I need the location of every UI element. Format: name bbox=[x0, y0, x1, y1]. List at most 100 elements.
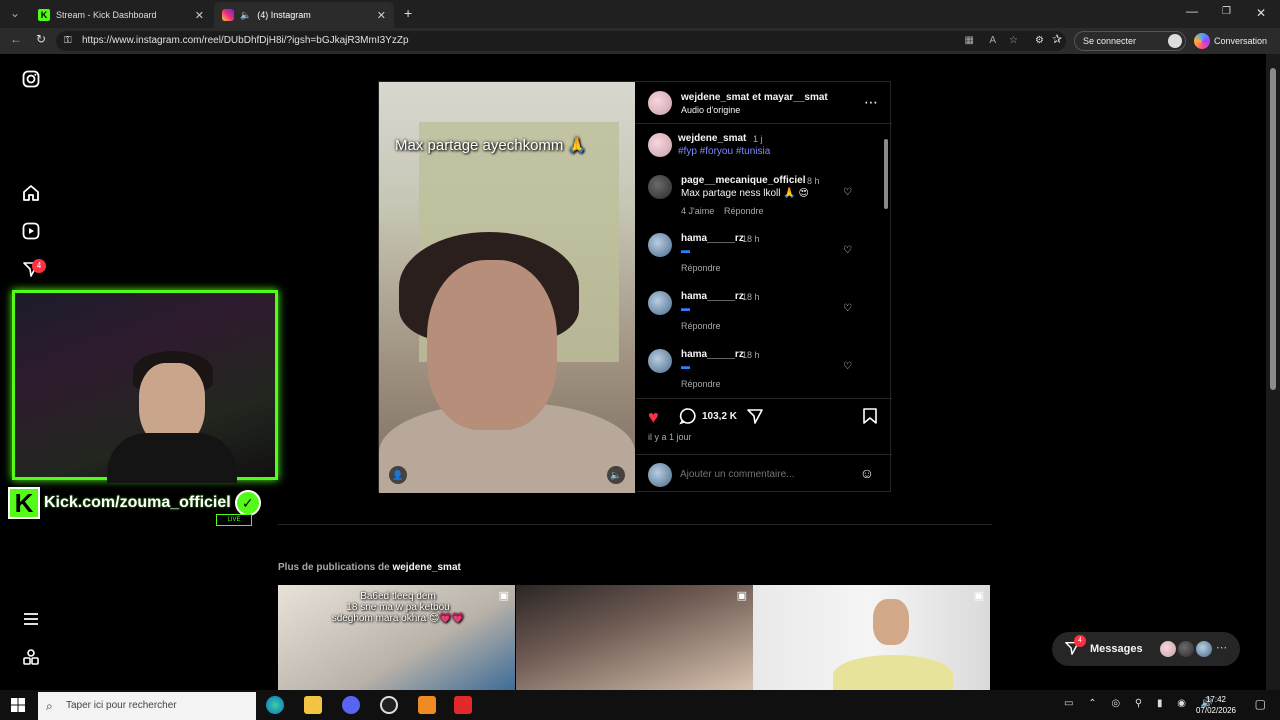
obs-studio-icon[interactable] bbox=[380, 696, 398, 714]
instagram-logo-icon[interactable] bbox=[20, 68, 42, 90]
comments-scrollbar[interactable] bbox=[882, 129, 890, 393]
commenter-name[interactable]: hama_____rz bbox=[681, 233, 744, 244]
post-thumbnail[interactable]: ▣ bbox=[753, 585, 990, 690]
page-scrollbar[interactable] bbox=[1266, 54, 1280, 690]
commenter-avatar[interactable] bbox=[648, 175, 672, 199]
also-from-meta-icon[interactable] bbox=[20, 646, 42, 668]
address-bar[interactable]: ⚿ https://www.instagram.com/reel/DUbDhfD… bbox=[56, 31, 1066, 51]
reel-indicator-icon: ▣ bbox=[498, 590, 509, 602]
new-tab-icon[interactable]: + bbox=[404, 5, 412, 21]
clock-time: 17:42 bbox=[1205, 695, 1226, 704]
windows-start-icon[interactable] bbox=[11, 698, 25, 717]
more-posts-user[interactable]: wejdene_smat bbox=[392, 562, 460, 573]
tab-kick-dashboard[interactable]: K Stream - Kick Dashboard ✕ bbox=[30, 2, 212, 28]
like-comment-icon[interactable]: ♡ bbox=[843, 245, 852, 256]
thumbnail-outfit bbox=[833, 655, 953, 690]
commenter-name[interactable]: hama_____rz bbox=[681, 349, 744, 360]
file-explorer-icon[interactable] bbox=[304, 696, 322, 714]
favorites-icon[interactable]: ✰ bbox=[1052, 32, 1062, 46]
maximize-icon[interactable]: ❐ bbox=[1222, 6, 1231, 17]
menu-icon[interactable] bbox=[20, 608, 42, 630]
home-icon[interactable] bbox=[20, 182, 42, 204]
author-avatar[interactable] bbox=[648, 133, 672, 157]
messages-label: Messages bbox=[1090, 643, 1143, 655]
translate-icon[interactable]: A bbox=[989, 31, 996, 51]
app-red-icon[interactable] bbox=[454, 696, 472, 714]
like-heart-icon[interactable]: ♥ bbox=[648, 407, 659, 428]
speaker-icon[interactable]: 🔈 bbox=[240, 10, 251, 21]
favorite-star-icon[interactable]: ☆ bbox=[1009, 31, 1018, 51]
add-comment-input[interactable] bbox=[680, 465, 850, 483]
commenter-avatar[interactable] bbox=[648, 349, 672, 373]
more-options-icon[interactable]: ⋯ bbox=[864, 94, 878, 111]
notification-center-icon[interactable]: ▢ bbox=[1255, 697, 1266, 711]
tagged-user-icon[interactable]: 👤 bbox=[389, 466, 407, 484]
comment-likes[interactable]: 4 J'aime bbox=[681, 206, 714, 216]
reply-button[interactable]: Répondre bbox=[681, 321, 721, 331]
app-orange-icon[interactable] bbox=[418, 696, 436, 714]
taskbar-clock[interactable]: 17:42 07/02/2026 bbox=[1196, 694, 1236, 716]
post-thumbnail[interactable]: ▣ bbox=[516, 585, 753, 690]
conversation-label: Conversation bbox=[1214, 36, 1268, 46]
notification-badge: 4 bbox=[32, 259, 46, 273]
minimize-icon[interactable]: — bbox=[1186, 4, 1198, 18]
comment-time: 18 h bbox=[742, 350, 760, 360]
refresh-icon[interactable]: ↻ bbox=[36, 32, 46, 46]
comment-icon[interactable] bbox=[679, 407, 697, 430]
audio-label[interactable]: Audio d'origine bbox=[681, 105, 740, 115]
page-scroll-thumb[interactable] bbox=[1270, 68, 1276, 390]
close-icon[interactable]: ✕ bbox=[195, 9, 204, 22]
emoji-picker-icon[interactable]: ☺ bbox=[860, 465, 874, 481]
url-text: https://www.instagram.com/reel/DUbDhfDjH… bbox=[82, 35, 409, 46]
reels-icon[interactable] bbox=[20, 220, 42, 242]
like-comment-icon[interactable]: ♡ bbox=[843, 361, 852, 372]
more-menu-icon[interactable]: ⋯ bbox=[1168, 32, 1180, 46]
tab-instagram[interactable]: 🔈 (4) Instagram ✕ bbox=[214, 2, 394, 28]
contact-avatar bbox=[1196, 641, 1212, 657]
commenter-name[interactable]: page__mecanique_officiel bbox=[681, 175, 806, 186]
verified-check-icon: ✓ bbox=[234, 490, 261, 516]
mute-toggle-icon[interactable]: 🔈 bbox=[607, 466, 625, 484]
edge-browser-icon[interactable] bbox=[266, 696, 284, 714]
extensions-icon[interactable]: ⚙ bbox=[1035, 31, 1044, 51]
reel-info-pane: wejdene_smat et mayar__smat Audio d'orig… bbox=[636, 82, 892, 493]
kick-channel-url: Kick.com/zouma_officiel bbox=[44, 494, 231, 511]
reply-button[interactable]: Répondre bbox=[681, 379, 721, 389]
reply-button[interactable]: Répondre bbox=[724, 206, 764, 216]
reel-authors[interactable]: wejdene_smat et mayar__smat bbox=[681, 92, 828, 103]
like-comment-icon[interactable]: ♡ bbox=[843, 187, 852, 198]
reel-video[interactable]: Max partage ayechkomm 🙏 👤 🔈 bbox=[379, 82, 635, 493]
commenter-avatar[interactable] bbox=[648, 291, 672, 315]
back-icon[interactable]: ← bbox=[10, 32, 22, 46]
taskbar-search-box[interactable]: ⌕ Taper ici pour rechercher bbox=[38, 692, 256, 720]
search-icon: ⌕ bbox=[46, 699, 53, 713]
like-comment-icon[interactable]: ♡ bbox=[843, 303, 852, 314]
close-window-icon[interactable]: ✕ bbox=[1256, 6, 1266, 20]
messages-button[interactable]: 4 Messages ⋯ bbox=[1052, 632, 1240, 666]
comment-emoji: ▬ bbox=[681, 303, 690, 313]
post-hashtags[interactable]: #fyp #foryou #tunisia bbox=[678, 146, 770, 157]
read-aloud-icon[interactable]: ▦ bbox=[965, 31, 974, 51]
reply-button[interactable]: Répondre bbox=[681, 263, 721, 273]
tab-title: Stream - Kick Dashboard bbox=[56, 10, 157, 20]
share-icon[interactable] bbox=[746, 407, 764, 430]
commenter-avatar[interactable] bbox=[648, 233, 672, 257]
tab-title: (4) Instagram bbox=[257, 10, 311, 20]
author-avatar[interactable] bbox=[648, 91, 672, 115]
close-icon[interactable]: ✕ bbox=[377, 9, 386, 22]
post-author[interactable]: wejdene_smat bbox=[678, 133, 746, 144]
post-thumbnail[interactable]: Ba6ed tleeq dem 18 sne ma w pa ketbou sd… bbox=[278, 585, 515, 690]
commenter-name[interactable]: hama_____rz bbox=[681, 291, 744, 302]
video-person-face bbox=[427, 260, 557, 430]
browser-tab-bar: ⌄ K Stream - Kick Dashboard ✕ 🔈 (4) Inst… bbox=[0, 0, 1280, 28]
section-divider bbox=[278, 524, 992, 525]
save-bookmark-icon[interactable] bbox=[862, 407, 878, 430]
likes-count[interactable]: 103,2 K bbox=[702, 411, 737, 422]
discord-icon[interactable] bbox=[342, 696, 360, 714]
comment-row: hama_____rz 18 h ▬ Répondre ♡ bbox=[636, 291, 876, 337]
comments-scroll-thumb[interactable] bbox=[884, 139, 888, 209]
tab-list-icon[interactable]: ⌄ bbox=[10, 6, 20, 20]
reel-actions: ♥ 103,2 K il y a 1 jour bbox=[636, 398, 892, 454]
site-info-icon[interactable]: ⚿ bbox=[64, 31, 72, 51]
copilot-conversation-button[interactable]: Conversation bbox=[1192, 31, 1274, 51]
